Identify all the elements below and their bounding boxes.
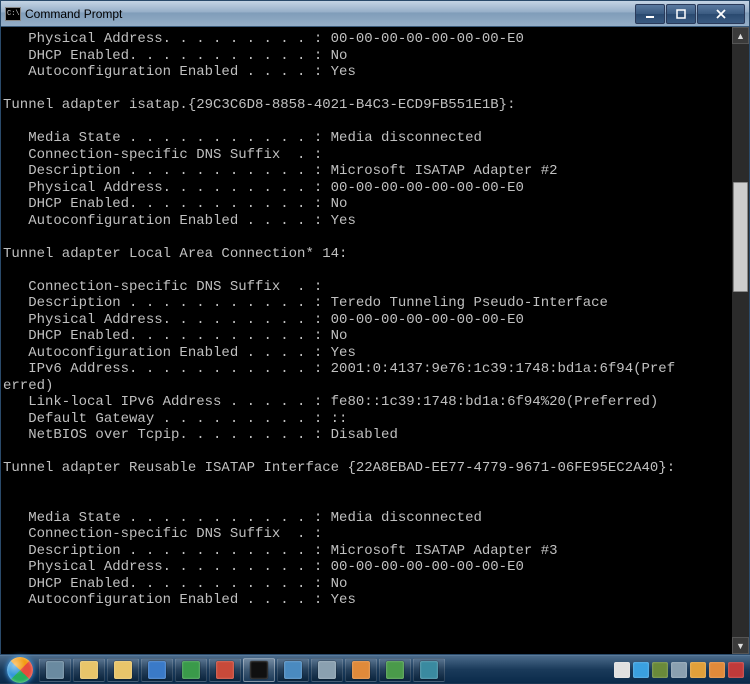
star-icon[interactable] xyxy=(690,662,706,678)
clock-icon[interactable] xyxy=(652,662,668,678)
command-prompt-window: C:\ Command Prompt Physical Address. . .… xyxy=(0,0,750,655)
app-wmp-icon xyxy=(352,661,370,679)
app-calc-icon xyxy=(318,661,336,679)
update-icon[interactable] xyxy=(709,662,725,678)
window-title: Command Prompt xyxy=(25,7,635,21)
taskbar-item-app-other[interactable] xyxy=(413,658,445,682)
start-button[interactable] xyxy=(2,656,38,684)
taskbar xyxy=(0,655,750,683)
app-other-icon xyxy=(420,661,438,679)
taskbar-item-recycle-bin[interactable] xyxy=(39,658,71,682)
chevron-up-icon: ▲ xyxy=(736,31,745,41)
dev-icon[interactable] xyxy=(728,662,744,678)
scroll-down-button[interactable]: ▼ xyxy=(732,637,749,654)
skype-icon[interactable] xyxy=(633,662,649,678)
taskbar-items xyxy=(39,658,445,682)
titlebar[interactable]: C:\ Command Prompt xyxy=(1,1,749,27)
flag-icon[interactable] xyxy=(614,662,630,678)
app-msg-icon xyxy=(386,661,404,679)
command-prompt-icon xyxy=(250,661,268,679)
taskbar-item-msn[interactable] xyxy=(175,658,207,682)
cmd-icon: C:\ xyxy=(5,7,21,21)
taskbar-item-explorer[interactable] xyxy=(73,658,105,682)
window-controls xyxy=(635,4,745,24)
system-tray xyxy=(614,662,748,678)
taskbar-item-app-wmp[interactable] xyxy=(345,658,377,682)
msn-icon xyxy=(182,661,200,679)
recycle-bin-icon xyxy=(46,661,64,679)
taskbar-item-folder[interactable] xyxy=(107,658,139,682)
taskbar-item-app-calc[interactable] xyxy=(311,658,343,682)
maximize-button[interactable] xyxy=(666,4,696,24)
taskbar-item-app-red[interactable] xyxy=(209,658,241,682)
taskbar-item-command-prompt[interactable] xyxy=(243,658,275,682)
terminal-output[interactable]: Physical Address. . . . . . . . . : 00-0… xyxy=(1,27,749,654)
taskbar-item-app-people[interactable] xyxy=(277,658,309,682)
taskbar-item-ie[interactable] xyxy=(141,658,173,682)
close-button[interactable] xyxy=(697,4,745,24)
minimize-button[interactable] xyxy=(635,4,665,24)
app-people-icon xyxy=(284,661,302,679)
folder-icon xyxy=(114,661,132,679)
explorer-icon xyxy=(80,661,98,679)
scrollbar[interactable]: ▲ ▼ xyxy=(732,27,749,654)
sound-icon[interactable] xyxy=(671,662,687,678)
chevron-down-icon: ▼ xyxy=(736,641,745,651)
scroll-up-button[interactable]: ▲ xyxy=(732,27,749,44)
scroll-thumb[interactable] xyxy=(733,182,748,292)
windows-orb-icon xyxy=(7,657,33,683)
taskbar-item-app-msg[interactable] xyxy=(379,658,411,682)
ie-icon xyxy=(148,661,166,679)
app-red-icon xyxy=(216,661,234,679)
